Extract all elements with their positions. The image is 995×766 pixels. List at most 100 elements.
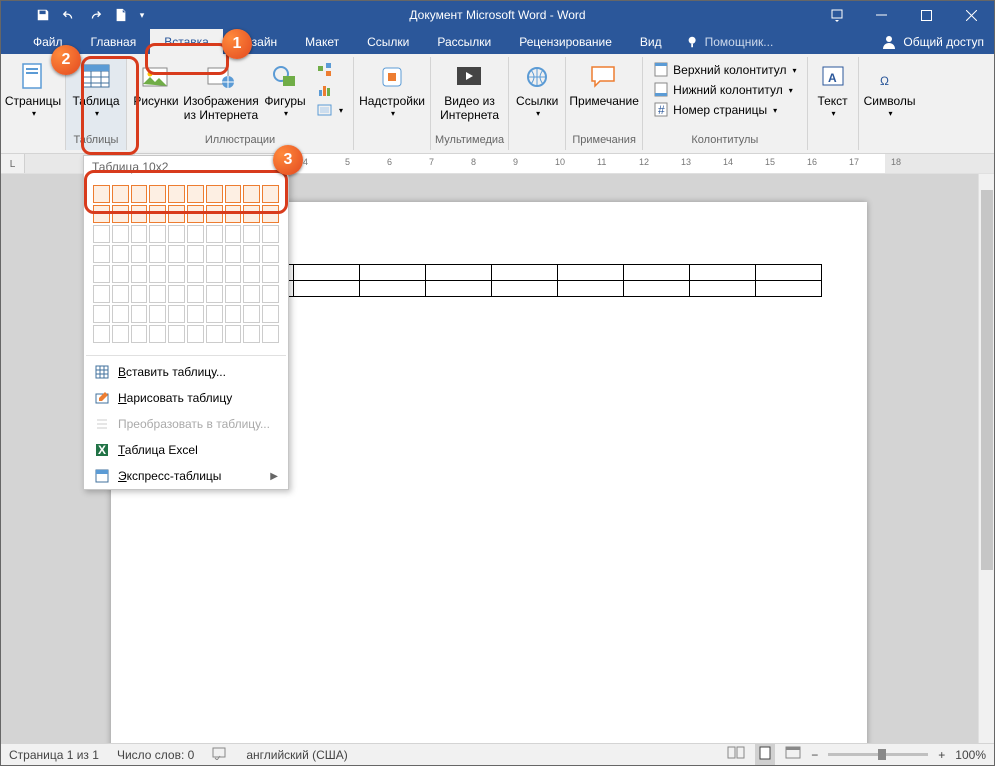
grid-cell[interactable] bbox=[187, 185, 204, 203]
zoom-in-button[interactable]: + bbox=[938, 748, 945, 762]
tab-references[interactable]: Ссылки bbox=[353, 29, 423, 54]
grid-cell[interactable] bbox=[243, 265, 260, 283]
grid-cell[interactable] bbox=[206, 265, 223, 283]
grid-cell[interactable] bbox=[112, 325, 129, 343]
grid-cell[interactable] bbox=[206, 245, 223, 263]
close-button[interactable] bbox=[949, 1, 994, 29]
grid-cell[interactable] bbox=[131, 285, 148, 303]
grid-cell[interactable] bbox=[168, 325, 185, 343]
redo-button[interactable] bbox=[83, 3, 107, 27]
grid-cell[interactable] bbox=[131, 185, 148, 203]
grid-cell[interactable] bbox=[112, 185, 129, 203]
header-button[interactable]: Верхний колонтитул▾ bbox=[649, 61, 800, 79]
grid-cell[interactable] bbox=[187, 325, 204, 343]
view-read-button[interactable] bbox=[727, 746, 745, 763]
quick-tables-item[interactable]: Экспресс-таблицы ▶ bbox=[84, 463, 288, 489]
grid-cell[interactable] bbox=[168, 185, 185, 203]
undo-button[interactable] bbox=[57, 3, 81, 27]
grid-cell[interactable] bbox=[112, 285, 129, 303]
tab-view[interactable]: Вид bbox=[626, 29, 676, 54]
grid-cell[interactable] bbox=[149, 265, 166, 283]
grid-cell[interactable] bbox=[225, 305, 242, 323]
share-button[interactable]: Общий доступ bbox=[903, 35, 984, 49]
grid-cell[interactable] bbox=[112, 245, 129, 263]
tab-insert[interactable]: Вставка bbox=[150, 29, 223, 54]
addins-button[interactable]: Надстройки▾ bbox=[358, 59, 426, 120]
chart-button[interactable] bbox=[313, 81, 347, 99]
zoom-slider[interactable] bbox=[828, 753, 928, 756]
table-size-grid[interactable] bbox=[84, 178, 288, 352]
draw-table-item[interactable]: Нарисовать таблицу bbox=[84, 385, 288, 411]
grid-cell[interactable] bbox=[225, 185, 242, 203]
insert-table-item[interactable]: Вставить таблицу... bbox=[84, 359, 288, 385]
screenshot-button[interactable]: ▾ bbox=[313, 101, 347, 119]
ribbon-options-button[interactable] bbox=[814, 1, 859, 29]
grid-cell[interactable] bbox=[206, 205, 223, 223]
online-pictures-button[interactable]: Изображения из Интернета bbox=[183, 59, 259, 125]
qat-customize-button[interactable]: ▾ bbox=[135, 3, 149, 27]
new-doc-button[interactable] bbox=[109, 3, 133, 27]
tab-home[interactable]: Главная bbox=[77, 29, 151, 54]
minimize-button[interactable] bbox=[859, 1, 904, 29]
grid-cell[interactable] bbox=[187, 245, 204, 263]
links-button[interactable]: Ссылки▾ bbox=[513, 59, 561, 120]
grid-cell[interactable] bbox=[93, 325, 110, 343]
vertical-scrollbar[interactable] bbox=[978, 174, 994, 743]
grid-cell[interactable] bbox=[93, 205, 110, 223]
grid-cell[interactable] bbox=[168, 225, 185, 243]
grid-cell[interactable] bbox=[187, 265, 204, 283]
status-page[interactable]: Страница 1 из 1 bbox=[9, 748, 99, 762]
grid-cell[interactable] bbox=[112, 225, 129, 243]
grid-cell[interactable] bbox=[262, 185, 279, 203]
tab-mailings[interactable]: Рассылки bbox=[423, 29, 505, 54]
grid-cell[interactable] bbox=[262, 305, 279, 323]
grid-cell[interactable] bbox=[187, 305, 204, 323]
tell-me-search[interactable]: Помощник... bbox=[686, 29, 774, 54]
grid-cell[interactable] bbox=[112, 305, 129, 323]
view-web-button[interactable] bbox=[785, 746, 801, 763]
grid-cell[interactable] bbox=[93, 185, 110, 203]
grid-cell[interactable] bbox=[149, 245, 166, 263]
grid-cell[interactable] bbox=[112, 205, 129, 223]
tab-layout[interactable]: Макет bbox=[291, 29, 353, 54]
grid-cell[interactable] bbox=[149, 325, 166, 343]
footer-button[interactable]: Нижний колонтитул▾ bbox=[649, 81, 800, 99]
shapes-button[interactable]: Фигуры▾ bbox=[261, 59, 309, 120]
video-button[interactable]: Видео из Интернета bbox=[439, 59, 501, 125]
grid-cell[interactable] bbox=[149, 205, 166, 223]
textbox-button[interactable]: A Текст▾ bbox=[812, 59, 854, 120]
grid-cell[interactable] bbox=[93, 265, 110, 283]
grid-cell[interactable] bbox=[225, 285, 242, 303]
symbols-button[interactable]: Ω Символы▾ bbox=[863, 59, 917, 120]
grid-cell[interactable] bbox=[93, 225, 110, 243]
grid-cell[interactable] bbox=[149, 305, 166, 323]
grid-cell[interactable] bbox=[262, 265, 279, 283]
grid-cell[interactable] bbox=[262, 245, 279, 263]
grid-cell[interactable] bbox=[243, 205, 260, 223]
grid-cell[interactable] bbox=[168, 285, 185, 303]
grid-cell[interactable] bbox=[206, 305, 223, 323]
grid-cell[interactable] bbox=[243, 325, 260, 343]
grid-cell[interactable] bbox=[206, 325, 223, 343]
grid-cell[interactable] bbox=[187, 225, 204, 243]
grid-cell[interactable] bbox=[131, 205, 148, 223]
grid-cell[interactable] bbox=[112, 265, 129, 283]
grid-cell[interactable] bbox=[187, 205, 204, 223]
grid-cell[interactable] bbox=[131, 225, 148, 243]
tab-review[interactable]: Рецензирование bbox=[505, 29, 626, 54]
grid-cell[interactable] bbox=[131, 305, 148, 323]
grid-cell[interactable] bbox=[131, 265, 148, 283]
grid-cell[interactable] bbox=[93, 305, 110, 323]
grid-cell[interactable] bbox=[225, 225, 242, 243]
grid-cell[interactable] bbox=[149, 285, 166, 303]
zoom-out-button[interactable]: − bbox=[811, 748, 818, 762]
grid-cell[interactable] bbox=[262, 205, 279, 223]
pagenumber-button[interactable]: #Номер страницы▾ bbox=[649, 101, 800, 119]
grid-cell[interactable] bbox=[168, 305, 185, 323]
grid-cell[interactable] bbox=[262, 285, 279, 303]
grid-cell[interactable] bbox=[206, 285, 223, 303]
grid-cell[interactable] bbox=[243, 305, 260, 323]
save-button[interactable] bbox=[31, 3, 55, 27]
status-language[interactable]: английский (США) bbox=[246, 748, 347, 762]
grid-cell[interactable] bbox=[225, 325, 242, 343]
